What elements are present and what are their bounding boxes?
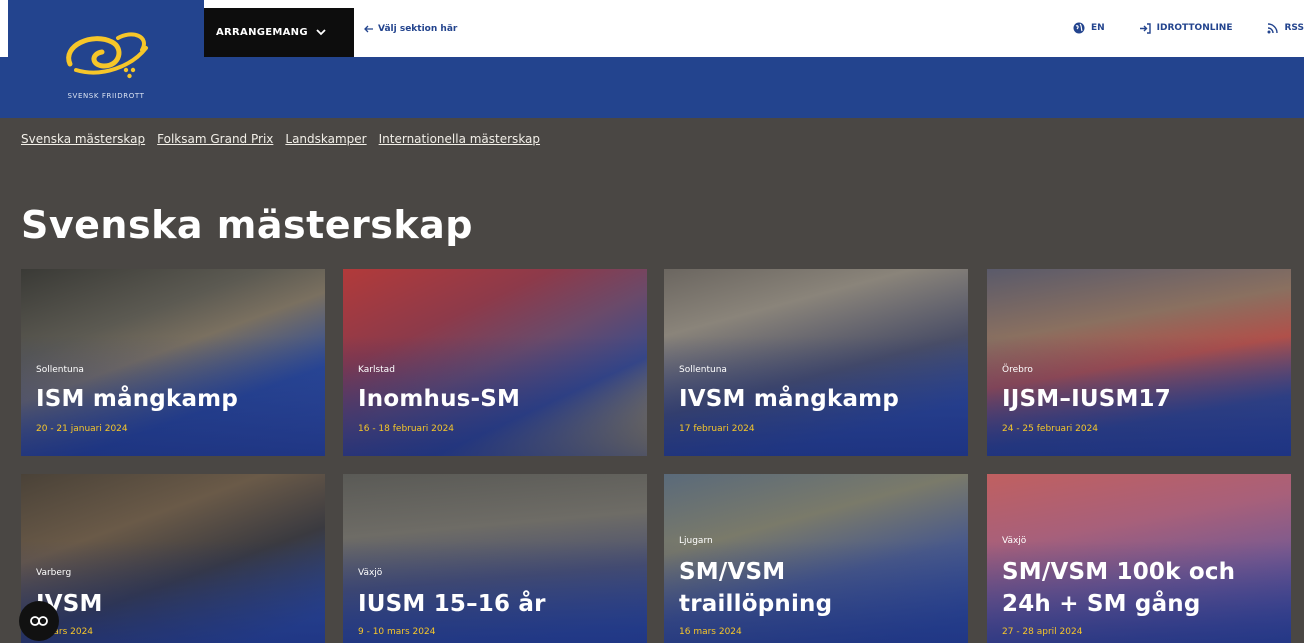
card-date: 20 - 21 januari 2024 bbox=[36, 424, 128, 434]
event-card-inomhus-sm[interactable]: Karlstad Inomhus-SM 16 - 18 februari 202… bbox=[343, 269, 647, 456]
card-location: Växjö bbox=[1002, 536, 1027, 546]
card-date: 17 februari 2024 bbox=[679, 424, 755, 434]
language-link[interactable]: EN bbox=[1073, 22, 1105, 34]
card-date: 27 - 28 april 2024 bbox=[1002, 627, 1083, 637]
event-card-iusm-15-16[interactable]: Växjö IUSM 15–16 år 9 - 10 mars 2024 bbox=[343, 474, 647, 643]
card-date: 9 - 10 mars 2024 bbox=[358, 627, 436, 637]
arrangemang-menu-button[interactable]: ARRANGEMANG bbox=[204, 8, 354, 57]
arrow-left-icon bbox=[364, 25, 373, 33]
event-card-ivsm[interactable]: Varberg IVSM 3 mars 2024 bbox=[21, 474, 325, 643]
card-title-line2: traillöpning bbox=[679, 591, 833, 617]
event-card-ijsm-iusm17[interactable]: Örebro IJSM–IUSM17 24 - 25 februari 2024 bbox=[987, 269, 1291, 456]
globe-icon bbox=[1073, 22, 1085, 34]
card-date: 16 mars 2024 bbox=[679, 627, 742, 637]
card-location: Karlstad bbox=[358, 365, 395, 375]
card-location: Örebro bbox=[1002, 365, 1033, 375]
card-title: Inomhus-SM bbox=[358, 386, 521, 412]
section-hint-text: Välj sektion här bbox=[378, 24, 458, 34]
subnav-link-svenska-masterskap[interactable]: Svenska mästerskap bbox=[21, 132, 145, 146]
idrottonline-link[interactable]: IDROTTONLINE bbox=[1139, 22, 1233, 34]
championship-nav: Svenska mästerskap Folksam Grand Prix La… bbox=[21, 132, 540, 146]
card-title: IVSM mångkamp bbox=[679, 386, 899, 412]
chevron-down-icon bbox=[316, 29, 326, 36]
card-date: 24 - 25 februari 2024 bbox=[1002, 424, 1099, 434]
card-title-line1: SM/VSM 100k och bbox=[1002, 559, 1236, 585]
login-icon bbox=[1139, 22, 1151, 34]
card-date: 16 - 18 februari 2024 bbox=[358, 424, 455, 434]
section-hint: Välj sektion här bbox=[364, 24, 457, 34]
card-location: Växjö bbox=[358, 568, 383, 578]
subnav-link-landskamper[interactable]: Landskamper bbox=[285, 132, 366, 146]
card-title: IJSM–IUSM17 bbox=[1002, 386, 1171, 412]
card-title: IUSM 15–16 år bbox=[358, 591, 546, 617]
rss-label: RSS bbox=[1284, 23, 1304, 33]
card-title-line1: SM/VSM bbox=[679, 559, 786, 585]
cookie-icon bbox=[30, 616, 48, 626]
card-title: ISM mångkamp bbox=[36, 386, 238, 412]
logo-text: SVENSK FRIIDROTT bbox=[67, 92, 145, 100]
subnav-link-folksam-grand-prix[interactable]: Folksam Grand Prix bbox=[157, 132, 273, 146]
language-label: EN bbox=[1090, 23, 1105, 33]
subnav-link-internationella-masterskap[interactable]: Internationella mästerskap bbox=[379, 132, 540, 146]
event-card-ivsm-mangkamp[interactable]: Sollentuna IVSM mångkamp 17 februari 202… bbox=[664, 269, 968, 456]
svensk-friidrott-logo-icon bbox=[66, 32, 148, 79]
logo[interactable]: SVENSK FRIIDROTT bbox=[8, 0, 204, 118]
event-card-ism-mangkamp[interactable]: Sollentuna ISM mångkamp 20 - 21 januari … bbox=[21, 269, 325, 456]
cookie-settings-button[interactable] bbox=[19, 601, 59, 641]
page-title: Svenska mästerskap bbox=[21, 203, 473, 247]
card-location: Varberg bbox=[36, 568, 72, 578]
card-title-line2: 24h + SM gång bbox=[1002, 591, 1201, 617]
card-location: Sollentuna bbox=[36, 365, 84, 375]
card-location: Sollentuna bbox=[679, 365, 727, 375]
menu-label: ARRANGEMANG bbox=[216, 27, 308, 38]
event-card-sm-vsm-traillopning[interactable]: Ljugarn SM/VSM traillöpning 16 mars 2024 bbox=[664, 474, 968, 643]
rss-link[interactable]: RSS bbox=[1267, 22, 1304, 34]
utility-nav: EN IDROTTONLINE RSS bbox=[1039, 22, 1304, 34]
card-location: Ljugarn bbox=[679, 536, 713, 546]
event-card-sm-vsm-100k[interactable]: Växjö SM/VSM 100k och 24h + SM gång 27 -… bbox=[987, 474, 1291, 643]
rss-icon bbox=[1267, 23, 1278, 34]
login-label: IDROTTONLINE bbox=[1156, 23, 1233, 33]
